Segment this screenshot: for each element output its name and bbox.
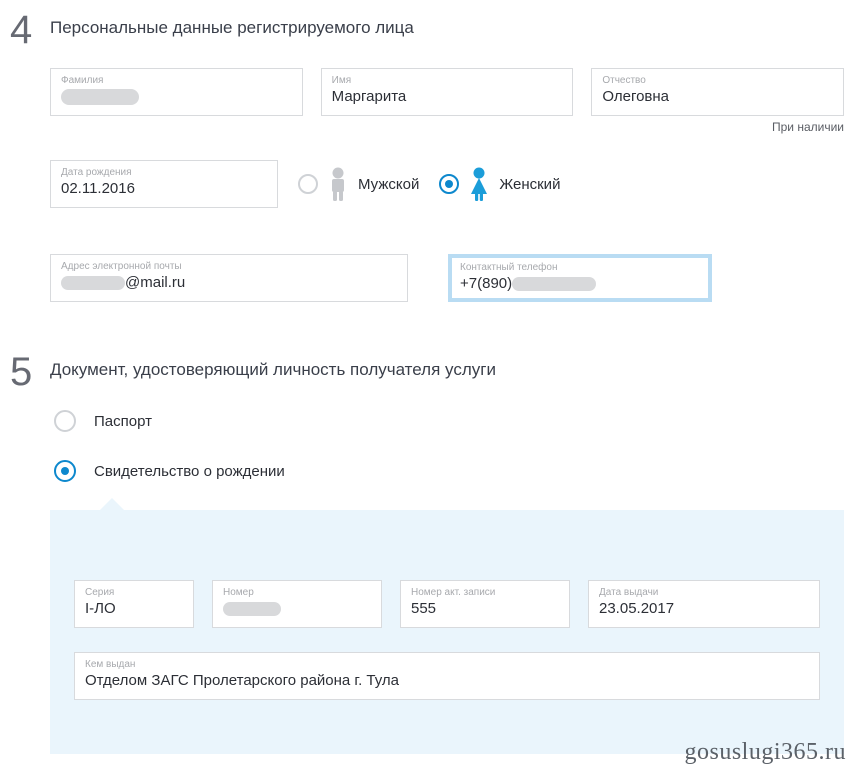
last-name-value bbox=[61, 88, 139, 105]
dob-label: Дата рождения bbox=[61, 167, 267, 178]
doc-series-value: I-ЛО bbox=[85, 600, 116, 617]
doc-option-birthcert-label: Свидетельство о рождении bbox=[94, 463, 285, 480]
patronymic-label: Отчество bbox=[602, 75, 833, 86]
doc-issue-date-value: 23.05.2017 bbox=[599, 600, 674, 617]
step-number-4: 4 bbox=[10, 10, 50, 342]
doc-record-value: 555 bbox=[411, 600, 436, 617]
female-person-icon bbox=[465, 166, 493, 202]
doc-number-label: Номер bbox=[223, 587, 371, 598]
gender-female-option[interactable]: Женский bbox=[439, 166, 560, 202]
optional-note: При наличии bbox=[50, 120, 844, 134]
section-personal-data: 4 Персональные данные регистрируемого ли… bbox=[0, 0, 864, 342]
email-field[interactable]: Адрес электронной почты @mail.ru bbox=[50, 254, 408, 302]
radio-unchecked-icon bbox=[298, 174, 318, 194]
radio-checked-icon bbox=[439, 174, 459, 194]
last-name-label: Фамилия bbox=[61, 75, 292, 86]
email-label: Адрес электронной почты bbox=[61, 261, 397, 272]
phone-value: +7(890) bbox=[460, 275, 596, 292]
doc-option-birthcert[interactable]: Свидетельство о рождении bbox=[54, 460, 844, 482]
birthcert-panel: Серия I-ЛО Номер Номер акт. записи 555 Д… bbox=[50, 510, 844, 754]
doc-record-field[interactable]: Номер акт. записи 555 bbox=[400, 580, 570, 628]
gender-male-label: Мужской bbox=[358, 176, 419, 193]
last-name-field[interactable]: Фамилия bbox=[50, 68, 303, 116]
doc-number-value bbox=[223, 600, 281, 617]
doc-series-label: Серия bbox=[85, 587, 183, 598]
panel-arrow-icon bbox=[98, 498, 126, 512]
doc-issue-date-label: Дата выдачи bbox=[599, 587, 809, 598]
gender-male-option[interactable]: Мужской bbox=[298, 166, 419, 202]
first-name-field[interactable]: Имя Маргарита bbox=[321, 68, 574, 116]
doc-issued-by-field[interactable]: Кем выдан Отделом ЗАГС Пролетарского рай… bbox=[74, 652, 820, 700]
phone-label: Контактный телефон bbox=[460, 262, 700, 273]
first-name-label: Имя bbox=[332, 75, 563, 86]
email-value: @mail.ru bbox=[61, 274, 185, 291]
doc-issued-by-value: Отделом ЗАГС Пролетарского района г. Тул… bbox=[85, 672, 399, 689]
section-4-title: Персональные данные регистрируемого лица bbox=[50, 18, 844, 38]
section-id-document: 5 Документ, удостоверяющий личность полу… bbox=[0, 342, 864, 754]
doc-issue-date-field[interactable]: Дата выдачи 23.05.2017 bbox=[588, 580, 820, 628]
section-5-title: Документ, удостоверяющий личность получа… bbox=[50, 360, 844, 380]
doc-series-field[interactable]: Серия I-ЛО bbox=[74, 580, 194, 628]
gender-female-label: Женский bbox=[499, 176, 560, 193]
radio-unchecked-icon bbox=[54, 410, 76, 432]
phone-field[interactable]: Контактный телефон +7(890) bbox=[448, 254, 712, 302]
dob-value: 02.11.2016 bbox=[61, 180, 135, 197]
patronymic-field[interactable]: Отчество Олеговна bbox=[591, 68, 844, 116]
first-name-value: Маргарита bbox=[332, 88, 407, 105]
male-person-icon bbox=[324, 166, 352, 202]
patronymic-value: Олеговна bbox=[602, 88, 669, 105]
doc-record-label: Номер акт. записи bbox=[411, 587, 559, 598]
step-number-5: 5 bbox=[10, 352, 50, 754]
doc-issued-by-label: Кем выдан bbox=[85, 659, 809, 670]
doc-option-passport-label: Паспорт bbox=[94, 413, 152, 430]
dob-field[interactable]: Дата рождения 02.11.2016 bbox=[50, 160, 278, 208]
radio-checked-icon bbox=[54, 460, 76, 482]
doc-option-passport[interactable]: Паспорт bbox=[54, 410, 844, 432]
doc-number-field[interactable]: Номер bbox=[212, 580, 382, 628]
